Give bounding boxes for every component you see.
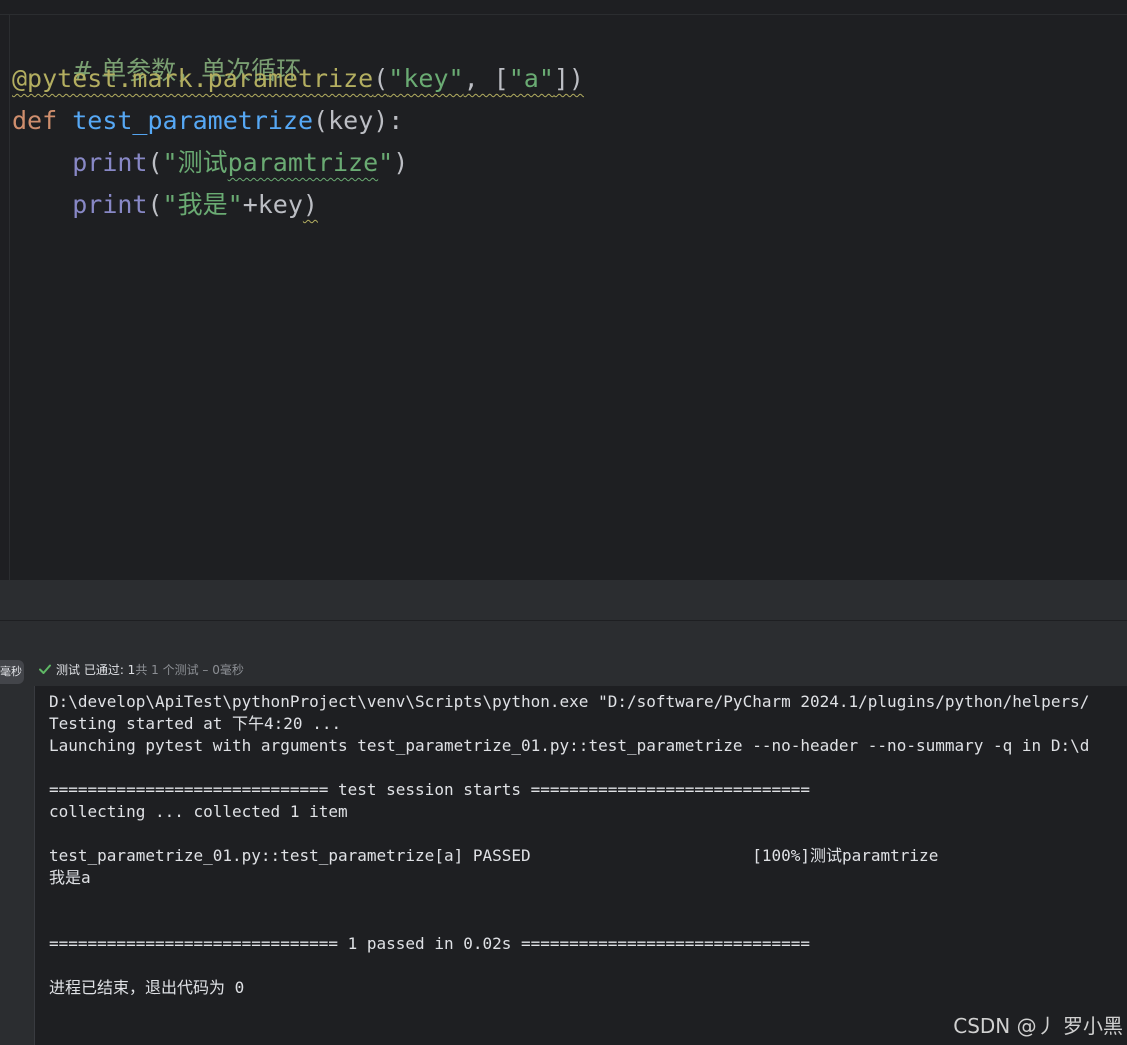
tool-window-divider[interactable] (0, 580, 1127, 620)
code-string-typo: paramtrize (227, 148, 379, 177)
test-status-label: 测试 已通过: 1 (56, 663, 136, 677)
code-line-decorator[interactable]: @pytest.mark.parametrize("key", ["a"]) (12, 62, 584, 96)
test-status-bar: 测试 已通过: 1共 1 个测试 – 0毫秒 (34, 656, 1127, 686)
editor-top-strip (0, 0, 1127, 15)
code-punct: ( (373, 64, 389, 93)
code-function-name: test_parametrize (72, 106, 314, 135)
test-tree-panel[interactable] (0, 656, 35, 1045)
code-line-print1[interactable]: print("测试paramtrize") (12, 146, 408, 180)
code-punct: ( (147, 148, 163, 177)
code-builtin: print (72, 148, 148, 177)
code-decorator: @pytest.mark.parametrize (12, 64, 374, 93)
code-line-print2[interactable]: print("我是"+key) (12, 188, 318, 222)
console-line: ============================== 1 passed … (49, 934, 810, 953)
code-keyword: def (12, 106, 58, 135)
run-console[interactable]: D:\develop\ApiTest\pythonProject\venv\Sc… (35, 686, 1127, 1045)
code-punct: ( (147, 190, 163, 219)
code-string: " (162, 190, 178, 219)
code-string: "key" (388, 64, 464, 93)
code-editor[interactable]: # 单参数，单次循环 @pytest.mark.parametrize("key… (0, 0, 1127, 580)
code-string: " (162, 148, 178, 177)
console-line: test_parametrize_01.py::test_parametrize… (49, 846, 939, 865)
console-line: 进程已结束，退出代码为 0 (49, 978, 245, 997)
test-status-detail: 共 1 个测试 – 0毫秒 (135, 663, 244, 677)
code-punct: ) (393, 148, 409, 177)
code-punct: , [ (463, 64, 509, 93)
console-line: 我是a (49, 868, 91, 887)
code-punct: ) (302, 190, 318, 219)
code-line-def[interactable]: def test_parametrize(key): (12, 104, 403, 138)
console-line: Launching pytest with arguments test_par… (49, 736, 1090, 755)
code-string: " (378, 148, 394, 177)
code-string: " (227, 190, 243, 219)
code-line-comment[interactable]: # 单参数，单次循环 (12, 20, 301, 85)
console-line: collecting ... collected 1 item (49, 802, 348, 821)
editor-gutter (9, 14, 10, 580)
check-icon (39, 664, 51, 674)
code-string-cjk: 我是 (177, 190, 228, 219)
code-string: "a" (508, 64, 554, 93)
code-punct: ]) (553, 64, 584, 93)
code-expression: +key (242, 190, 303, 219)
duration-tag: 毫秒 (0, 660, 24, 684)
console-line: ============================= test sessi… (49, 780, 810, 799)
code-builtin: print (72, 190, 148, 219)
console-line: Testing started at 下午4:20 ... (49, 714, 342, 733)
test-status-text: 测试 已通过: 1共 1 个测试 – 0毫秒 (56, 656, 244, 684)
watermark: CSDN @丿 罗小黑 (953, 1014, 1123, 1038)
run-toolbar (0, 620, 1127, 657)
code-string-cjk: 测试 (177, 148, 228, 177)
code-params: (key): (313, 106, 404, 135)
console-line: D:\develop\ApiTest\pythonProject\venv\Sc… (49, 692, 1090, 711)
